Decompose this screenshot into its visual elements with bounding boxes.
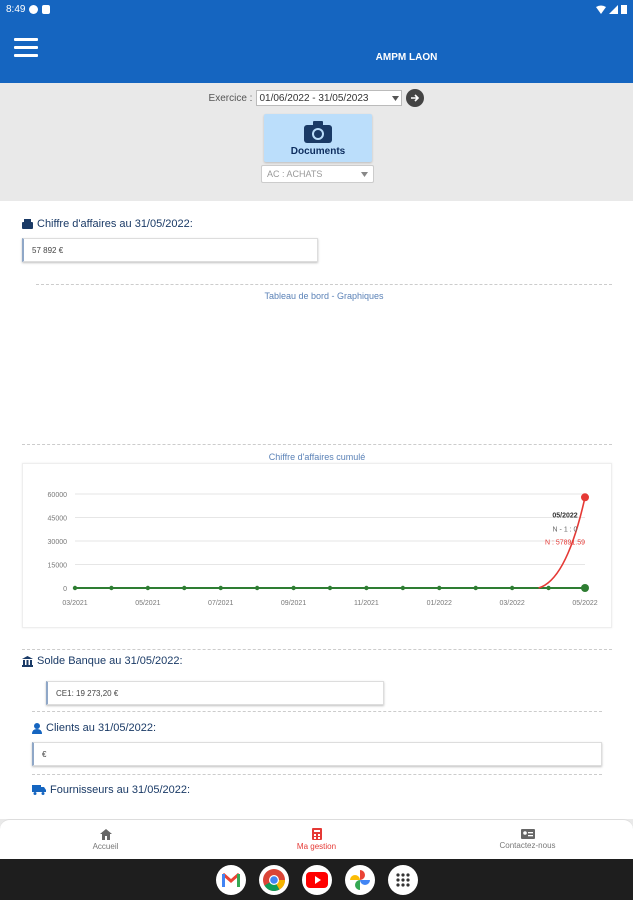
- home-icon: [99, 828, 112, 840]
- divider: [36, 284, 612, 285]
- wifi-icon: [596, 5, 606, 14]
- bank-value-box: CE1: 19 273,20 €: [46, 681, 384, 705]
- photos-icon[interactable]: [344, 864, 375, 895]
- clients-section-title: Clients au 31/05/2022:: [32, 722, 156, 734]
- status-bar: 8:49: [0, 0, 633, 18]
- data-point-n-minus-1: [400, 585, 406, 591]
- data-point-n-minus-1: [218, 585, 223, 591]
- data-point-n-minus-1: [291, 585, 296, 591]
- notification-icon: [29, 4, 39, 14]
- journal-select[interactable]: AC : ACHATS: [261, 165, 374, 183]
- exercise-select[interactable]: 01/06/2022 - 31/05/2023: [256, 90, 403, 106]
- data-point-n-minus-1: [109, 585, 114, 591]
- gmail-icon[interactable]: [215, 864, 246, 895]
- data-point-n-minus-1: [145, 585, 151, 591]
- journal-value: AC : ACHATS: [267, 169, 323, 179]
- chart-card: 0 15000 30000 45000 60000 03/2021 05/2021 07/20…: [22, 463, 612, 628]
- clients-value: €: [42, 749, 47, 759]
- clients-title: Clients au 31/05/2022:: [46, 722, 157, 734]
- data-point-n-minus-1: [182, 585, 187, 591]
- app-title: AMPM LAON: [375, 52, 438, 63]
- data-point-n-minus-1: [327, 585, 333, 591]
- ca-title: Chiffre d'affaires au 31/05/2022:: [37, 218, 193, 230]
- arrow-right-icon[interactable]: [406, 89, 425, 107]
- divider: [32, 711, 602, 712]
- tooltip-line-prev: N - 1 : 0: [553, 526, 578, 533]
- bank-icon: [22, 655, 33, 667]
- y-tick-label: 30000: [48, 539, 68, 546]
- data-point-n-minus-1: [437, 585, 442, 591]
- divider: [32, 774, 602, 775]
- tooltip-line-current: N : 57891.59: [545, 539, 585, 546]
- bank-value: CE1: 19 273,20 €: [56, 688, 119, 698]
- y-tick-label: 0: [63, 586, 67, 593]
- cash-register-icon: [22, 219, 33, 229]
- tooltip-title: 05/2022: [552, 512, 577, 519]
- divider: [22, 649, 612, 650]
- suppliers-section-title: Fournisseurs au 31/05/2022:: [32, 784, 190, 796]
- ca-value: 57 892 €: [32, 245, 64, 255]
- chevron-down-icon: [361, 171, 368, 177]
- data-point-n: [581, 493, 589, 502]
- bottom-navigation: Accueil Ma gestion Contactez-nous: [0, 819, 633, 859]
- x-tick-label: 05/2021: [135, 600, 160, 607]
- y-tick-label: 60000: [48, 492, 68, 499]
- documents-label: Documents: [290, 145, 346, 157]
- system-dock: [0, 859, 633, 900]
- chevron-down-icon: [392, 95, 400, 101]
- sim-icon: [42, 4, 51, 14]
- data-point-n-minus-1: [72, 585, 78, 591]
- exercise-label: Exercice :: [208, 92, 253, 104]
- x-tick-label: 05/2022: [572, 600, 597, 607]
- chrome-icon[interactable]: [258, 864, 289, 895]
- data-point-n-minus-1: [473, 585, 478, 591]
- data-point-n-minus-1: [364, 585, 369, 591]
- nav-home[interactable]: Accueil: [0, 820, 211, 859]
- data-point-n-minus-1: [581, 584, 589, 592]
- x-tick-label: 07/2021: [208, 600, 233, 607]
- documents-button[interactable]: Documents: [264, 114, 372, 162]
- chart-caption: Chiffre d'affaires cumulé: [268, 452, 366, 462]
- data-point-n-minus-1: [509, 585, 515, 591]
- bank-section-title: Solde Banque au 31/05/2022:: [22, 655, 183, 667]
- x-tick-label: 03/2021: [62, 600, 87, 607]
- exercise-value: 01/06/2022 - 31/05/2023: [259, 92, 369, 104]
- app-drawer-icon[interactable]: [387, 864, 418, 895]
- nav-manage-label: Ma gestion: [296, 842, 337, 851]
- divider: [22, 444, 612, 445]
- app-bar: AMPM LAON: [0, 18, 633, 83]
- x-tick-label: 11/2021: [354, 600, 379, 607]
- data-point-n-minus-1: [254, 585, 260, 591]
- ca-value-box: 57 892 €: [22, 238, 318, 262]
- nav-manage[interactable]: Ma gestion: [211, 820, 422, 859]
- nav-contact[interactable]: Contactez-nous: [422, 820, 633, 859]
- bank-title: Solde Banque au 31/05/2022:: [37, 655, 183, 667]
- x-tick-label: 03/2022: [499, 600, 524, 607]
- battery-icon: [621, 5, 627, 14]
- suppliers-title: Fournisseurs au 31/05/2022:: [50, 784, 191, 796]
- x-tick-label: 09/2021: [281, 600, 306, 607]
- calculator-icon: [311, 828, 322, 840]
- nav-home-label: Accueil: [92, 841, 119, 851]
- camera-icon: [304, 120, 332, 143]
- cumulative-revenue-chart: 0 15000 30000 45000 60000 03/2021 05/2021 07/20…: [48, 492, 598, 607]
- ca-section-title: Chiffre d'affaires au 31/05/2022:: [22, 218, 193, 230]
- contact-card-icon: [520, 829, 535, 839]
- signal-icon: [609, 4, 618, 14]
- exercise-row: Exercice : 01/06/2022 - 31/05/2023: [0, 89, 633, 107]
- truck-icon: [32, 785, 46, 795]
- y-tick-label: 15000: [48, 563, 68, 570]
- dashboard-content: Chiffre d'affaires au 31/05/2022: 57 892…: [0, 201, 633, 819]
- dashboard-caption: Tableau de bord - Graphiques: [264, 291, 384, 301]
- user-icon: [32, 722, 42, 734]
- nav-contact-label: Contactez-nous: [499, 841, 556, 850]
- y-tick-label: 45000: [48, 516, 68, 523]
- x-tick-label: 01/2022: [427, 600, 452, 607]
- youtube-icon[interactable]: [301, 864, 332, 895]
- filter-zone: Exercice : 01/06/2022 - 31/05/2023 Docum…: [0, 83, 633, 201]
- clients-value-box: €: [32, 742, 602, 766]
- data-point-n-minus-1: [546, 585, 551, 591]
- status-time: 8:49: [6, 3, 26, 15]
